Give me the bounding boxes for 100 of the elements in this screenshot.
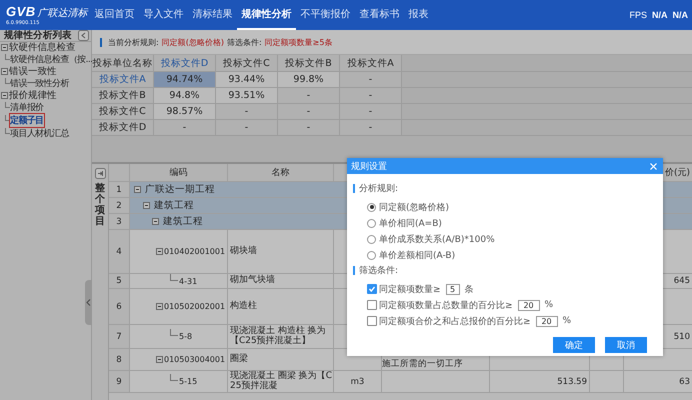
checkbox-label[interactable]: 同定额项数量占总数量的百分比≥: [379, 298, 513, 312]
row-header[interactable]: 投标文件D: [92, 120, 154, 135]
radio-label[interactable]: 同定额(忽略价格): [379, 200, 450, 214]
number-field[interactable]: 20: [518, 300, 540, 310]
tree-item[interactable]: 软硬件信息检查（按...: [10, 53, 92, 66]
table-cell: 94.74%: [154, 72, 216, 87]
filter-value: 同定额项数量≥5条: [264, 36, 332, 48]
checkbox[interactable]: [367, 284, 377, 294]
column-header[interactable]: 投标文件B: [278, 55, 340, 71]
nav-tab[interactable]: 报表: [404, 0, 433, 30]
collapse-icon[interactable]: [1, 92, 8, 99]
column-header: 编码: [130, 164, 228, 181]
checkbox-label[interactable]: 同定额项数量≥: [379, 282, 441, 296]
collapse-icon[interactable]: [152, 218, 159, 225]
column-header: 投标单位名称: [92, 55, 154, 71]
collapse-icon[interactable]: [134, 186, 141, 193]
checkbox-label[interactable]: 同定额项合价之和占总报价的百分比≥: [379, 314, 531, 328]
group-name: 广联达一期工程: [145, 183, 215, 196]
app-logo: GVB: [6, 4, 36, 19]
radio-button[interactable]: [367, 218, 376, 228]
section-heading: 筛选条件:: [359, 264, 398, 276]
section-heading: 分析规则:: [359, 182, 398, 194]
unit-label: 条: [464, 284, 474, 296]
item-code: 5-8: [179, 332, 192, 341]
checkbox[interactable]: [367, 316, 377, 326]
number-field[interactable]: 20: [536, 316, 558, 326]
tree-item[interactable]: 定额子目: [10, 114, 44, 127]
radio-label[interactable]: 单价相同(A=B): [379, 216, 442, 230]
row-number: 3: [116, 216, 122, 226]
collapse-icon[interactable]: [1, 68, 8, 75]
table-cell: 99.8%: [278, 72, 340, 87]
tree-item[interactable]: 报价规律性: [9, 89, 56, 102]
collapse-handle[interactable]: [85, 280, 92, 325]
radio-button[interactable]: [367, 234, 376, 244]
table-cell: -: [154, 120, 216, 135]
row-number: 5: [116, 276, 122, 286]
collapse-icon[interactable]: [156, 356, 163, 363]
number-field[interactable]: 5: [446, 284, 460, 294]
item-name: 砌块墙: [229, 246, 257, 256]
radio-button[interactable]: [367, 250, 376, 260]
item-code: 010503004001: [164, 355, 226, 364]
nav-tab[interactable]: 查看标书: [355, 0, 404, 30]
table-cell: 98.57%: [154, 104, 216, 119]
item-name: 现浇混凝土 构造柱 换为【C25预拌混凝土】: [229, 327, 327, 346]
dialog-button[interactable]: 取消: [605, 337, 647, 353]
scope-label: 整个项目: [95, 183, 105, 227]
nav-tab[interactable]: 返回首页: [90, 0, 139, 30]
item-code: 010402001001: [164, 247, 226, 256]
checkbox[interactable]: [367, 300, 377, 310]
collapse-icon[interactable]: [156, 303, 163, 310]
table-cell: -: [278, 88, 340, 103]
export-icon[interactable]: [94, 168, 106, 179]
item-name: 砌加气块墙: [229, 276, 275, 286]
fps-value: N/A: [672, 10, 688, 20]
nav-tab[interactable]: 清标结果: [188, 0, 237, 30]
price-text: 63: [679, 376, 690, 386]
table-cell: 93.51%: [216, 88, 278, 103]
row-number: 8: [116, 354, 122, 364]
unit-text: m3: [350, 376, 364, 386]
collapse-icon[interactable]: [143, 202, 150, 209]
radio-button[interactable]: [367, 202, 376, 212]
rule-label: 当前分析规则:: [108, 36, 159, 48]
column-header[interactable]: 投标文件C: [216, 55, 278, 71]
radio-label[interactable]: 单价成系数关系(A/B)*100%: [379, 232, 495, 246]
tree-item[interactable]: 错误一致性分析: [10, 77, 69, 90]
tree-item[interactable]: 项目人材机汇总: [10, 127, 69, 140]
tree-item[interactable]: 错误一致性: [9, 65, 56, 78]
collapse-icon[interactable]: [78, 30, 89, 41]
row-number: 4: [116, 246, 122, 256]
tree-item[interactable]: 清单报价: [10, 101, 44, 114]
row-number: 7: [116, 332, 122, 342]
rule-value: 同定额(忽略价格): [162, 36, 224, 48]
table-cell: -: [216, 120, 278, 135]
tree-item[interactable]: 软硬件信息检查: [9, 41, 76, 54]
nav-tab[interactable]: 导入文件: [139, 0, 188, 30]
close-button[interactable]: [650, 162, 657, 170]
column-header[interactable]: 投标文件A: [340, 55, 402, 71]
filter-label: 筛选条件:: [226, 36, 262, 48]
item-code: 5-15: [179, 377, 198, 386]
nav-tab[interactable]: 不平衡报价: [296, 0, 355, 30]
radio-label[interactable]: 单价差额相同(A-B): [379, 248, 456, 262]
collapse-icon[interactable]: [1, 44, 8, 51]
unit-label: %: [544, 300, 554, 310]
table-cell: -: [340, 88, 402, 103]
row-number: 9: [116, 376, 122, 386]
row-header[interactable]: 投标文件A: [92, 72, 154, 87]
collapse-icon[interactable]: [156, 248, 163, 255]
group-name: 建筑工程: [154, 199, 194, 212]
table-cell: -: [278, 104, 340, 119]
row-number: 6: [116, 302, 122, 312]
fps-label: FPS: [629, 10, 647, 20]
row-header[interactable]: 投标文件C: [92, 104, 154, 119]
item-name: 圈梁: [229, 354, 248, 364]
price-text: 645: [674, 276, 690, 286]
dialog-button[interactable]: 确定: [553, 337, 595, 353]
row-header[interactable]: 投标文件B: [92, 88, 154, 103]
description-text: 施工所需的一切工序: [382, 358, 463, 370]
table-cell: -: [278, 120, 340, 135]
row-number: 2: [116, 200, 122, 210]
column-header[interactable]: 投标文件D: [154, 55, 216, 71]
